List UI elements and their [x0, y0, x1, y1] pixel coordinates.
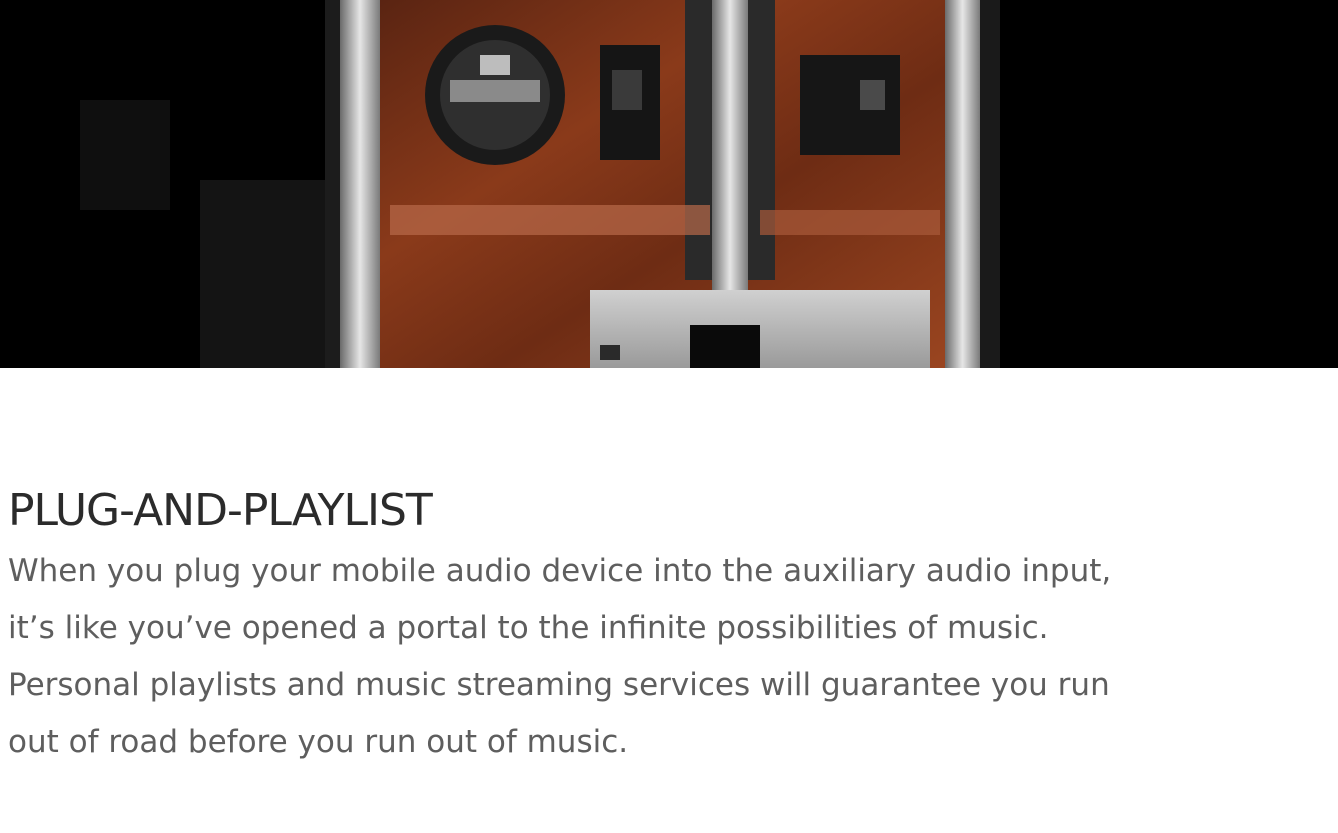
- feature-body-line: out of road before you run out of music.: [8, 724, 629, 760]
- feature-title: PLUG-AND-PLAYLIST: [8, 485, 433, 536]
- feature-body-line: it’s like you’ve opened a portal to the …: [8, 610, 1049, 646]
- feature-body-line: Personal playlists and music streaming s…: [8, 667, 1110, 703]
- page: PLUG-AND-PLAYLIST When you plug your mob…: [0, 0, 1338, 833]
- feature-body: When you plug your mobile audio device i…: [8, 543, 1338, 771]
- feature-body-line: When you plug your mobile audio device i…: [8, 553, 1112, 589]
- hero-image: [0, 0, 1338, 368]
- car-console-aux-input-image: [0, 0, 1338, 368]
